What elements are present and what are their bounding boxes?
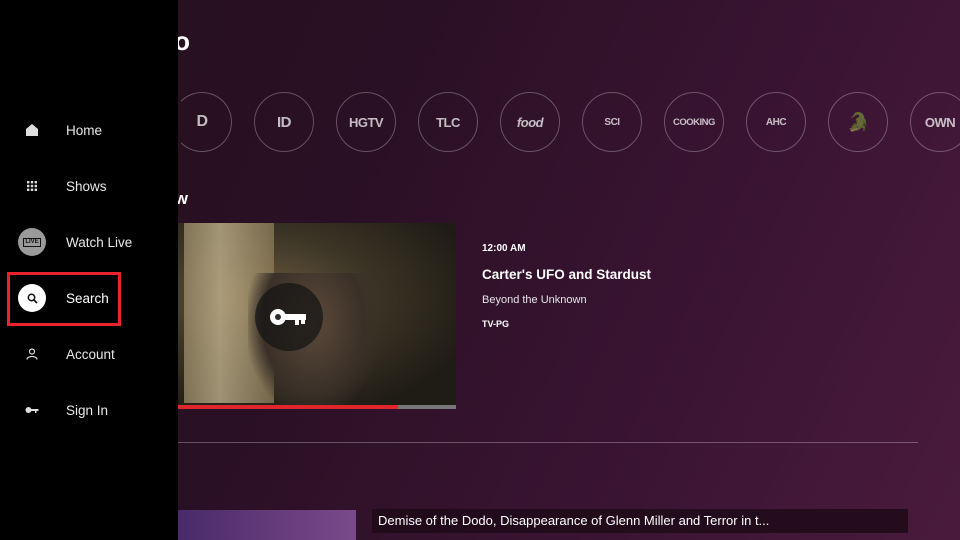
- network-id-button[interactable]: ID: [254, 92, 314, 152]
- episode-description: Demise of the Dodo, Disappearance of Gle…: [372, 509, 908, 533]
- rating-label: TV-PG: [482, 319, 510, 329]
- divider: [178, 442, 918, 443]
- sidebar-item-home[interactable]: Home: [0, 108, 178, 152]
- network-ahc-button[interactable]: AHC: [746, 92, 806, 152]
- sidebar-item-shows[interactable]: Shows: [0, 164, 178, 208]
- home-icon: [18, 116, 46, 144]
- network-row: D ID HGTV TLC food SCI COOKING AHC 🐊 OWN: [172, 92, 960, 152]
- sidebar-item-label: Home: [66, 122, 103, 138]
- featured-thumbnail[interactable]: [178, 223, 456, 409]
- show-name: Beyond the Unknown: [482, 294, 587, 306]
- sidebar-item-label: Account: [66, 346, 115, 362]
- network-tlc-button[interactable]: TLC: [418, 92, 478, 152]
- sidebar-item-label: Sign In: [66, 402, 109, 418]
- network-own-button[interactable]: OWN: [910, 92, 960, 152]
- network-animal-planet-button[interactable]: 🐊: [828, 92, 888, 152]
- grid-icon: [18, 172, 46, 200]
- sidebar-item-sign-in[interactable]: Sign In: [0, 388, 178, 432]
- network-hgtv-button[interactable]: HGTV: [336, 92, 396, 152]
- episode-title: Carter's UFO and Stardust: [482, 267, 651, 282]
- airtime-label: 12:00 AM: [482, 243, 526, 254]
- sidebar-item-label: Watch Live: [66, 234, 133, 250]
- selection-highlight: [7, 272, 121, 326]
- sidebar: Home Shows LIVE Watch Live Search Accoun…: [0, 0, 178, 540]
- key-icon: [18, 396, 46, 424]
- key-lock-icon: [255, 283, 323, 351]
- sidebar-item-watch-live[interactable]: LIVE Watch Live: [0, 220, 178, 264]
- progress-bar: [178, 405, 456, 409]
- network-sci-button[interactable]: SCI: [582, 92, 642, 152]
- network-discovery-button[interactable]: D: [172, 92, 232, 152]
- network-food-button[interactable]: food: [500, 92, 560, 152]
- sidebar-item-account[interactable]: Account: [0, 332, 178, 376]
- featured-meta: 12:00 AM Carter's UFO and Stardust Beyon…: [482, 243, 651, 329]
- live-icon: LIVE: [18, 228, 46, 256]
- sidebar-item-label: Shows: [66, 178, 107, 194]
- network-cooking-button[interactable]: COOKING: [664, 92, 724, 152]
- live-badge: LIVE: [23, 237, 41, 247]
- bottom-thumbnail[interactable]: [178, 510, 356, 540]
- progress-fill: [178, 405, 398, 409]
- person-icon: [18, 340, 46, 368]
